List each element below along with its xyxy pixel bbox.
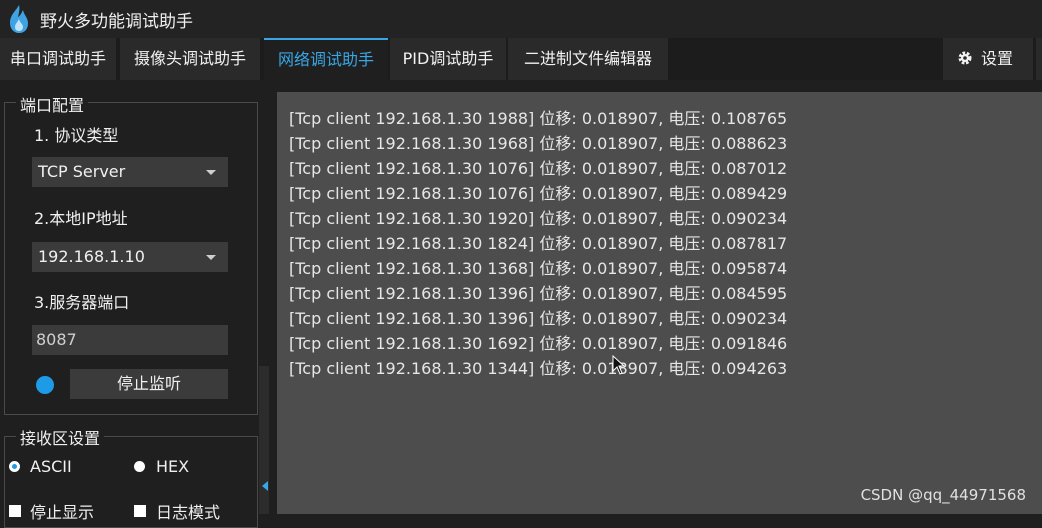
log-line: [Tcp client 192.168.1.30 1396] 位移: 0.018… [289,309,788,328]
log-line: [Tcp client 192.168.1.30 1344] 位移: 0.018… [289,359,788,378]
log-mode-label: 日志模式 [156,503,221,522]
mouse-cursor-icon [612,355,626,375]
tab-camera[interactable]: 摄像头调试助手 [120,38,260,80]
tab-pid[interactable]: PID调试助手 [390,38,506,80]
flame-logo-icon [10,5,28,33]
receive-area[interactable]: [Tcp client 192.168.1.30 1988] 位移: 0.018… [277,92,1042,514]
chevron-down-icon [206,255,216,260]
left-panel-scrollbar[interactable] [259,366,269,514]
protocol-label: 1. 协议类型 [34,126,119,145]
protocol-value: TCP Server [38,162,126,181]
gear-icon [958,51,972,65]
log-line: [Tcp client 192.168.1.30 1076] 位移: 0.018… [289,184,788,203]
log-line: [Tcp client 192.168.1.30 1920] 位移: 0.018… [289,209,788,228]
tab-network[interactable]: 网络调试助手 [264,38,388,80]
log-line: [Tcp client 192.168.1.30 1076] 位移: 0.018… [289,159,788,178]
log-line: [Tcp client 192.168.1.30 1988] 位移: 0.018… [289,109,788,128]
stop-display-checkbox[interactable] [9,505,21,517]
hex-label: HEX [156,457,190,476]
log-line: [Tcp client 192.168.1.30 1368] 位移: 0.018… [289,259,788,278]
listening-status-icon [36,376,54,394]
log-line: [Tcp client 192.168.1.30 1968] 位移: 0.018… [289,134,788,153]
tab-serial[interactable]: 串口调试助手 [0,38,116,80]
server-port-label: 3.服务器端口 [34,293,130,312]
server-port-input[interactable]: 8087 [32,325,228,355]
stop-listening-button[interactable]: 停止监听 [70,369,228,399]
protocol-select[interactable]: TCP Server [32,157,228,187]
receive-settings-title: 接收区设置 [16,425,105,449]
settings-label: 设置 [981,49,1014,68]
watermark: CSDN @qq_44971568 [860,486,1026,504]
log-line: [Tcp client 192.168.1.30 1692] 位移: 0.018… [289,334,788,353]
tab-binary-editor[interactable]: 二进制文件编辑器 [508,38,668,80]
hex-radio[interactable] [134,461,145,472]
collapse-arrow-icon[interactable] [262,481,268,491]
log-line: [Tcp client 192.168.1.30 1396] 位移: 0.018… [289,284,788,303]
local-ip-label: 2.本地IP地址 [34,209,128,228]
stop-display-label: 停止显示 [30,503,95,522]
app-title: 野火多功能调试助手 [40,12,193,32]
log-line: [Tcp client 192.168.1.30 1824] 位移: 0.018… [289,234,788,253]
ascii-radio[interactable] [9,461,20,472]
log-mode-checkbox[interactable] [134,505,146,517]
port-config-title: 端口配置 [16,92,89,116]
ascii-label: ASCII [30,457,72,476]
local-ip-select[interactable]: 192.168.1.10 [32,242,228,272]
settings-button[interactable]: 设置 [943,38,1033,80]
tab-overflow [1036,38,1042,80]
local-ip-value: 192.168.1.10 [38,247,145,266]
chevron-down-icon [206,170,216,175]
